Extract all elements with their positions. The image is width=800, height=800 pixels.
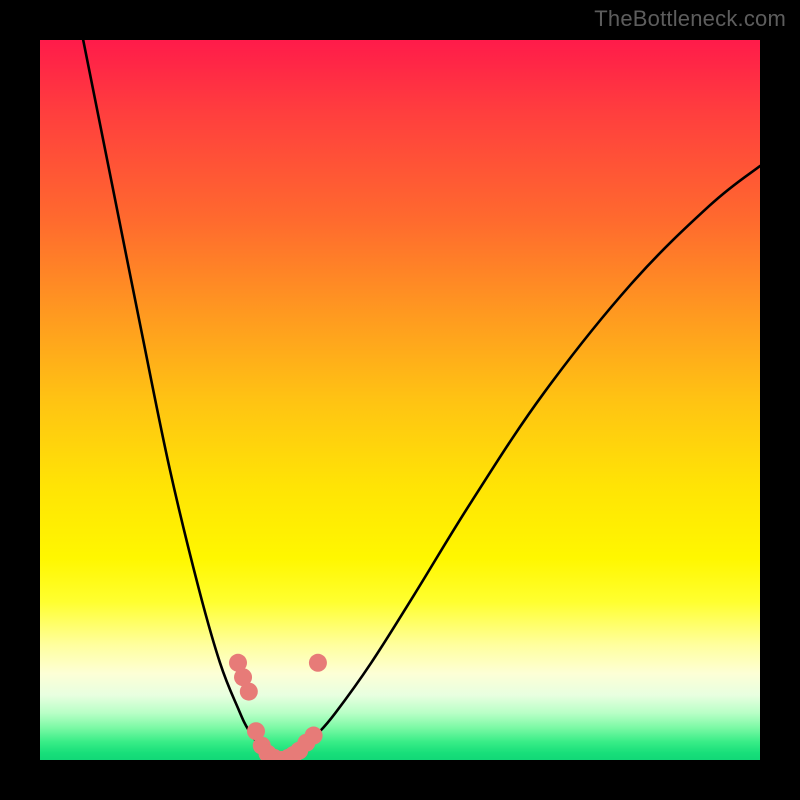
highlight-marker [240, 683, 258, 701]
curve-right-curve [281, 166, 760, 760]
plot-area [40, 40, 760, 760]
highlight-marker [305, 727, 323, 745]
highlight-marker [309, 654, 327, 672]
curve-left-curve [83, 40, 281, 760]
marker-layer [229, 654, 327, 760]
curve-layer [83, 40, 760, 760]
chart-svg [40, 40, 760, 760]
watermark-text: TheBottleneck.com [594, 6, 786, 32]
chart-frame: TheBottleneck.com [0, 0, 800, 800]
